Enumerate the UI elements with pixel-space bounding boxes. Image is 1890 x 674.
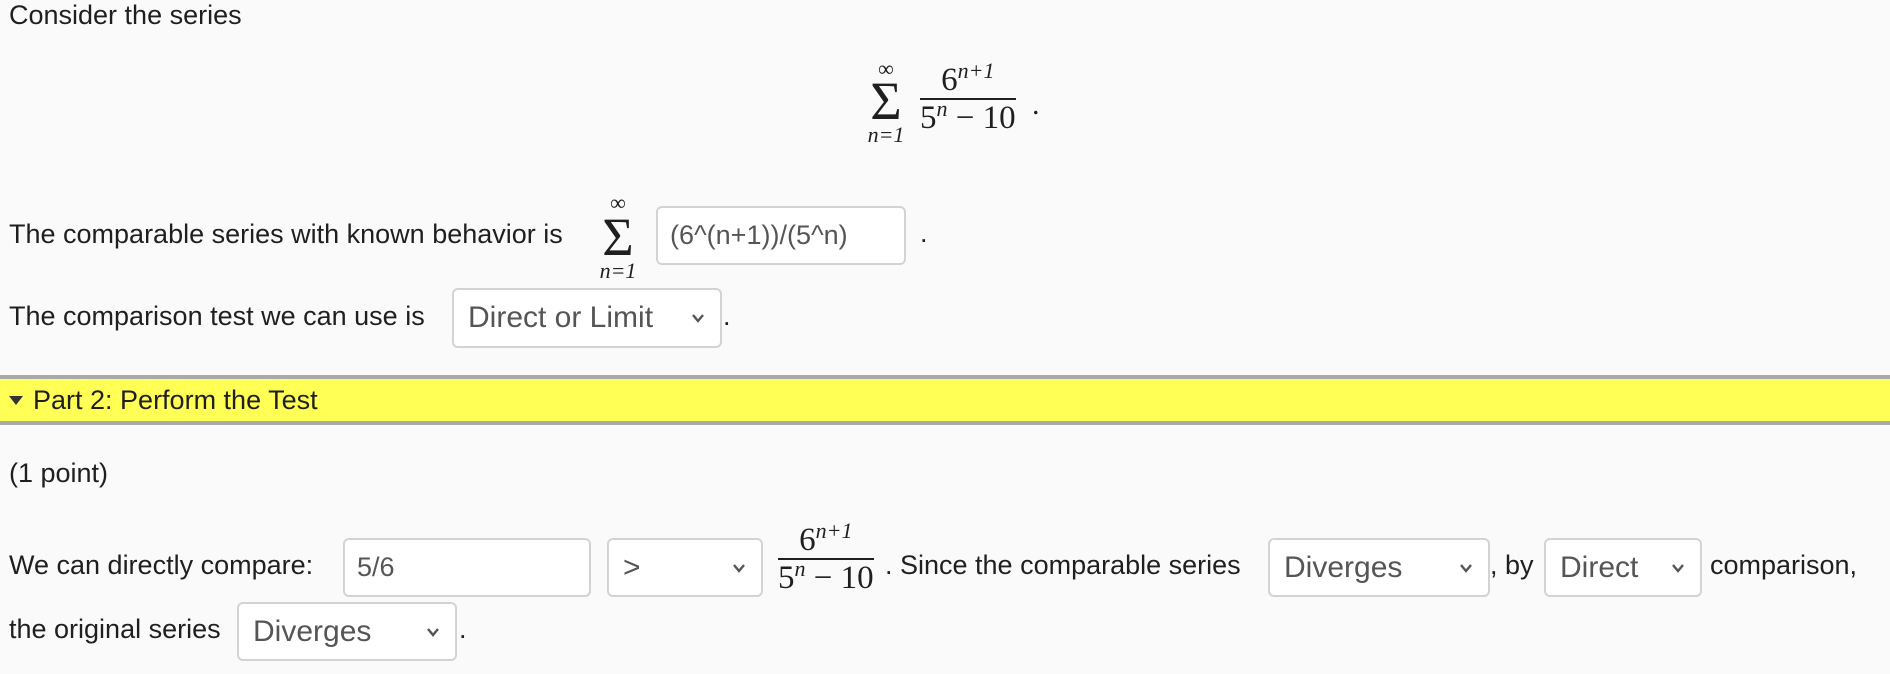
denominator-exponent: n [936, 96, 948, 122]
compare-input[interactable]: 5/6 [343, 538, 591, 597]
sigma-symbol: Σ [870, 71, 902, 131]
method-value: Direct [1560, 550, 1639, 584]
numerator-base: 6 [799, 522, 816, 558]
method-select[interactable]: Direct [1544, 538, 1702, 597]
compare-fraction: 6n+1 5n − 10 [778, 519, 874, 597]
original-label: the original series [9, 614, 221, 644]
final-period: . [459, 614, 467, 644]
comparison-text: comparison, [1710, 550, 1858, 580]
comparable-sum: ∞ Σ n=1 [596, 190, 640, 284]
denominator-base: 5 [920, 100, 937, 137]
denominator-rest: − 10 [805, 560, 874, 597]
part-2-title: Part 2: Perform the Test [33, 384, 318, 415]
since-text: . Since the comparable series [885, 550, 1241, 580]
series-period: . [1032, 88, 1040, 121]
relation-select[interactable]: > [607, 538, 763, 597]
numerator-base: 6 [941, 62, 958, 98]
relation-value: > [623, 550, 641, 584]
intro-text: Consider the series [9, 0, 242, 30]
comparable-series-value: (6^(n+1))/(5^n) [670, 220, 848, 250]
numerator-exponent: n+1 [815, 517, 853, 543]
by-text: , by [1490, 550, 1534, 580]
chevron-down-icon [692, 314, 704, 323]
main-sum: ∞ Σ n=1 [866, 58, 906, 148]
comparable-series-input[interactable]: (6^(n+1))/(5^n) [656, 206, 906, 265]
sigma-symbol: Σ [602, 207, 634, 267]
original-behavior-select[interactable]: Diverges [237, 602, 457, 661]
comparison-test-select[interactable]: Direct or Limit [452, 288, 722, 348]
denominator-base: 5 [778, 560, 795, 597]
main-series-fraction: 6n+1 5n − 10 [920, 59, 1016, 137]
original-behavior-value: Diverges [253, 614, 372, 648]
test-period: . [723, 301, 731, 331]
comparable-sum-lower: n=1 [599, 258, 637, 283]
denominator-rest: − 10 [947, 100, 1016, 137]
part-2-header[interactable]: Part 2: Perform the Test [0, 375, 1890, 425]
compare-input-value: 5/6 [357, 552, 395, 582]
chevron-down-icon [733, 563, 745, 573]
comparable-label: The comparable series with known behavio… [9, 219, 563, 249]
numerator-exponent: n+1 [957, 57, 995, 83]
comparison-test-value: Direct or Limit [468, 301, 654, 334]
chevron-down-icon [427, 627, 439, 637]
chevron-down-icon [1460, 563, 1472, 573]
comparable-behavior-select[interactable]: Diverges [1268, 538, 1490, 597]
sum-lower-limit: n=1 [867, 122, 905, 147]
collapse-triangle-icon[interactable] [9, 395, 23, 405]
compare-label: We can directly compare: [9, 550, 314, 580]
comparable-period: . [920, 218, 928, 248]
points-label: (1 point) [9, 458, 109, 488]
denominator-exponent: n [794, 556, 806, 582]
chevron-down-icon [1672, 563, 1684, 573]
comparable-behavior-value: Diverges [1284, 550, 1403, 584]
test-label: The comparison test we can use is [9, 301, 425, 331]
